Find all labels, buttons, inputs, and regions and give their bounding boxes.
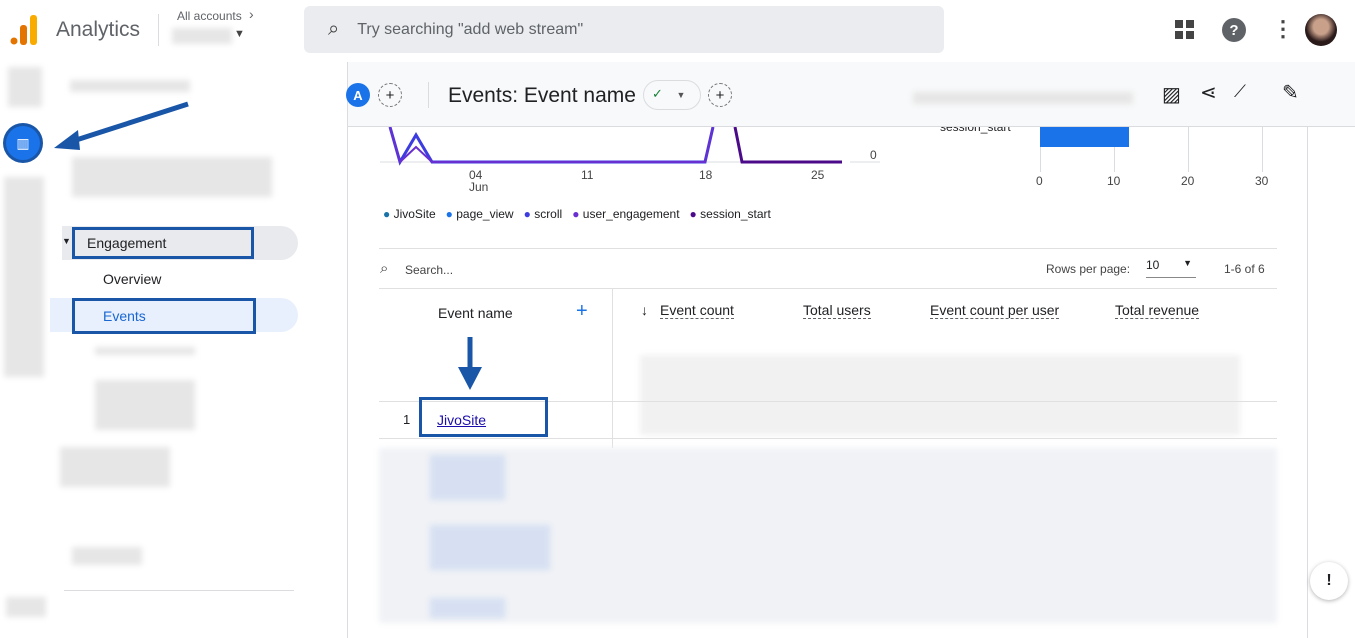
- divider: [379, 438, 1277, 439]
- event-link[interactable]: [430, 455, 505, 500]
- legend-item[interactable]: ● page_view: [446, 207, 514, 221]
- dropdown-icon: ▼: [1183, 258, 1192, 268]
- nav-item[interactable]: [95, 347, 195, 355]
- dropdown-icon: ▼: [676, 90, 686, 100]
- y-tick: 0: [870, 148, 877, 162]
- help-icon[interactable]: ?: [1222, 18, 1246, 42]
- page-title: Events: Event name: [448, 84, 636, 107]
- search-icon: ⌕: [380, 260, 389, 277]
- rows-per-page-label: Rows per page:: [1046, 262, 1131, 276]
- add-dimension-icon[interactable]: +: [576, 300, 588, 323]
- legend-item[interactable]: ● session_start: [690, 207, 771, 221]
- nav-item[interactable]: [60, 447, 170, 487]
- apps-grid-icon[interactable]: [1175, 20, 1195, 40]
- caret-down-icon: ▼: [62, 236, 71, 246]
- row-index: 1: [403, 412, 411, 427]
- series-scroll: [388, 127, 715, 166]
- nav-item[interactable]: [72, 547, 142, 565]
- pagination: 1-6 of 6: [1224, 262, 1265, 276]
- series-session-start: [733, 127, 842, 164]
- nav-heading: [70, 80, 190, 92]
- chevron-right-icon: ›: [249, 6, 254, 22]
- totals-row: [640, 355, 1240, 435]
- more-vert-icon[interactable]: ⋮: [1272, 16, 1294, 42]
- avatar[interactable]: [1305, 14, 1337, 46]
- edit-pencil-icon[interactable]: ✎: [1282, 80, 1299, 105]
- bar-session-start: [1040, 127, 1129, 147]
- reports-nav: ▼ Engagement Overview Events: [50, 62, 348, 638]
- line-chart: [380, 127, 880, 166]
- divider: [379, 288, 1277, 289]
- add-comparison-icon[interactable]: +: [378, 83, 402, 107]
- all-accounts-link[interactable]: All accounts: [177, 9, 242, 23]
- chart-legend: ● JivoSite ● page_view ● scroll ● user_e…: [383, 207, 771, 221]
- x-tick: 11: [581, 168, 594, 182]
- share-icon[interactable]: ⋖: [1200, 80, 1217, 105]
- insights-icon[interactable]: ⟋: [1234, 82, 1246, 102]
- legend-item[interactable]: ● JivoSite: [383, 207, 436, 221]
- column-header-event-count-per-user[interactable]: Event count per user: [930, 302, 1060, 319]
- bar-x-tick: 20: [1181, 174, 1195, 188]
- divider: [379, 248, 1277, 249]
- search-bar[interactable]: ⌕ Try searching "add web stream": [304, 6, 944, 53]
- legend-item[interactable]: ● user_engagement: [572, 207, 679, 221]
- dropdown-icon: ▼: [234, 28, 245, 40]
- add-filter-icon[interactable]: +: [708, 83, 732, 107]
- analytics-logo-icon: [10, 15, 37, 45]
- date-range[interactable]: [913, 92, 1133, 104]
- event-link-jivosite[interactable]: JivoSite: [437, 412, 486, 428]
- comparison-badge[interactable]: A: [346, 83, 370, 107]
- app-title: Analytics: [56, 18, 141, 41]
- account-selector[interactable]: [172, 28, 232, 44]
- rows-per-page-select[interactable]: 10 ▼: [1146, 258, 1196, 278]
- bar-x-tick: 10: [1107, 174, 1121, 188]
- customize-report-icon[interactable]: ▨: [1162, 82, 1181, 107]
- check-circle-icon: ✓: [652, 86, 663, 101]
- nav-item-events[interactable]: Events: [72, 298, 256, 334]
- bar-x-tick: 30: [1255, 174, 1269, 188]
- column-header-event-count[interactable]: Event count: [660, 302, 734, 319]
- rail-item[interactable]: [8, 67, 42, 107]
- column-header-total-users[interactable]: Total users: [803, 302, 871, 319]
- annotation-arrow-icon: [54, 101, 189, 150]
- engagement-label[interactable]: Engagement: [72, 227, 254, 259]
- nav-item-overview[interactable]: Overview: [103, 271, 161, 287]
- x-tick: 18: [699, 168, 713, 182]
- series-user-engagement: [389, 127, 714, 164]
- event-link[interactable]: [430, 598, 505, 618]
- nav-items[interactable]: [72, 157, 272, 197]
- filter-status-button[interactable]: ✓ ▼: [643, 80, 701, 110]
- event-link[interactable]: [430, 525, 550, 570]
- rail-items[interactable]: [4, 177, 44, 377]
- x-tick: 25: [811, 168, 825, 182]
- divider: [428, 82, 429, 108]
- left-rail: ▥: [0, 62, 50, 638]
- rail-item[interactable]: [6, 597, 46, 617]
- top-bar: Analytics All accounts › ▼ ⌕ Try searchi…: [0, 0, 1355, 62]
- reports-icon[interactable]: ▥: [6, 126, 40, 160]
- divider: [64, 590, 294, 591]
- divider: [612, 288, 613, 448]
- search-placeholder: Try searching "add web stream": [357, 20, 584, 38]
- nav-item[interactable]: [95, 380, 195, 430]
- report-header: A + Events: Event name ✓ ▼ + ▨ ⋖ ⟋ ✎: [346, 62, 1355, 127]
- table-search-input[interactable]: Search...: [405, 263, 453, 277]
- legend-item[interactable]: ● scroll: [524, 207, 563, 221]
- x-month: Jun: [469, 180, 489, 194]
- sort-down-icon[interactable]: ↓: [641, 302, 648, 318]
- gridline: [1262, 127, 1263, 172]
- bar-x-tick: 0: [1036, 174, 1043, 188]
- annotation-arrow-icon: [458, 337, 482, 390]
- feedback-icon[interactable]: !: [1310, 562, 1348, 600]
- search-icon: ⌕: [328, 18, 340, 40]
- gridline: [1188, 127, 1189, 172]
- column-header-event-name[interactable]: Event name: [438, 305, 513, 321]
- divider: [158, 14, 159, 46]
- column-header-total-revenue[interactable]: Total revenue: [1115, 302, 1200, 319]
